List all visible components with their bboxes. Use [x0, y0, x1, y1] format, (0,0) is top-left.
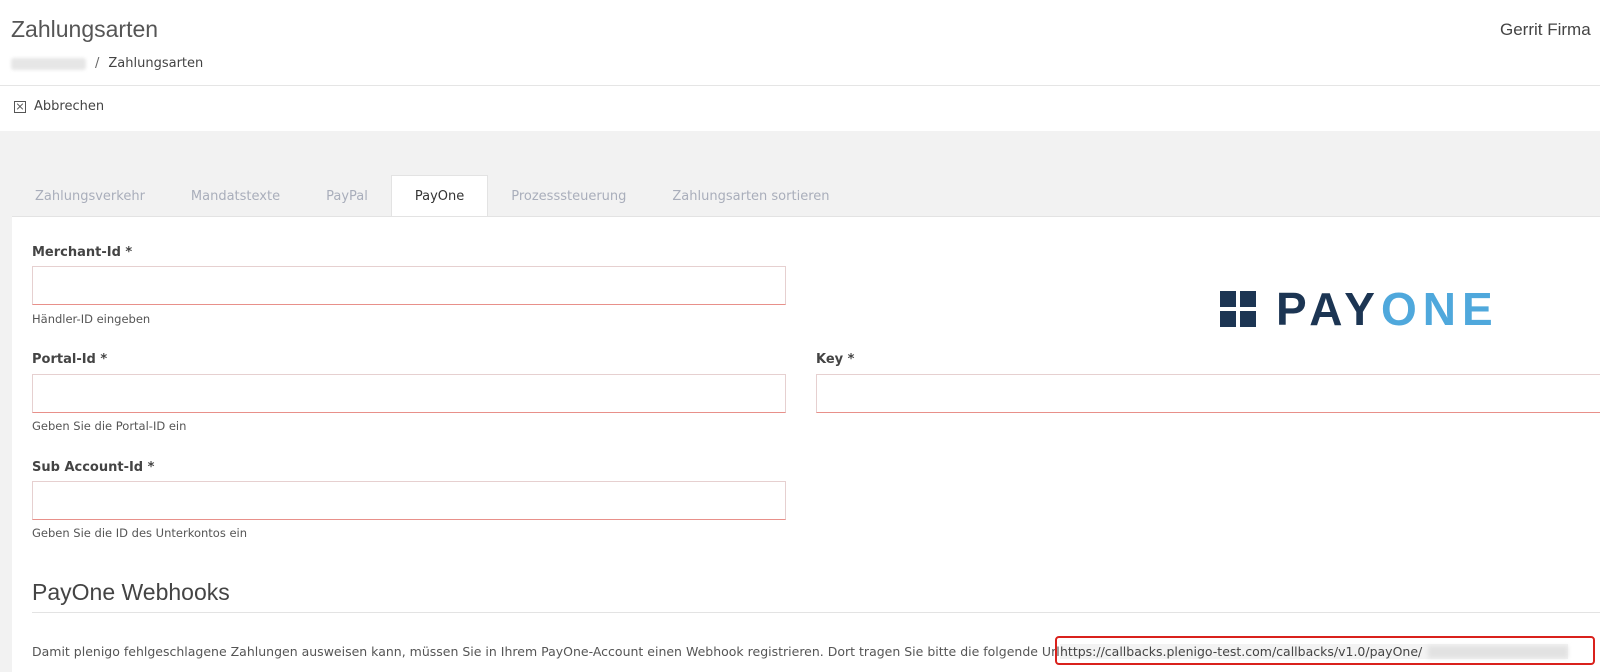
cancel-button[interactable]: Abbrechen	[14, 99, 104, 114]
webhooks-description: Damit plenigo fehlgeschlagene Zahlungen …	[32, 644, 1083, 659]
portal-id-help: Geben Sie die Portal-ID ein	[32, 419, 187, 433]
breadcrumb: / Zahlungsarten	[11, 56, 203, 71]
payone-logo-squares	[1220, 291, 1256, 327]
payone-logo: PAYONE	[1220, 286, 1499, 332]
breadcrumb-separator: /	[95, 56, 100, 71]
payone-logo-one: ONE	[1380, 283, 1499, 335]
payone-logo-pay: PAY	[1276, 283, 1381, 335]
tab-prozesssteuerung[interactable]: Prozesssteuerung	[488, 175, 649, 217]
sub-account-id-label: Sub Account-Id *	[32, 460, 155, 475]
portal-id-label: Portal-Id *	[32, 352, 108, 367]
webhooks-title: PayOne Webhooks	[32, 579, 230, 605]
close-square-icon	[14, 100, 26, 113]
user-name[interactable]: Gerrit Firma	[1500, 20, 1600, 40]
tab-mandatstexte[interactable]: Mandatstexte	[168, 175, 303, 217]
section-divider	[32, 612, 1600, 613]
toolbar: Abbrechen	[0, 87, 1600, 131]
breadcrumb-root-redacted[interactable]	[11, 57, 86, 70]
page-header: Zahlungsarten Gerrit Firma / Zahlungsart…	[0, 0, 1600, 86]
merchant-id-help: Händler-ID eingeben	[32, 312, 151, 326]
merchant-id-input[interactable]	[32, 266, 786, 305]
tab-bar: Zahlungsverkehr Mandatstexte PayPal PayO…	[12, 175, 853, 217]
merchant-id-label: Merchant-Id *	[32, 245, 133, 260]
payone-logo-text: PAYONE	[1276, 286, 1499, 332]
portal-id-input[interactable]	[32, 374, 786, 413]
cancel-button-label: Abbrechen	[34, 99, 105, 114]
key-input[interactable]	[816, 374, 1600, 413]
sub-account-id-input[interactable]	[32, 481, 786, 520]
webhook-url-highlight	[1055, 636, 1595, 665]
page-title: Zahlungsarten	[11, 16, 159, 42]
tab-zahlungsarten-sortieren[interactable]: Zahlungsarten sortieren	[649, 175, 852, 217]
tab-payone[interactable]: PayOne	[390, 175, 489, 217]
sub-account-id-help: Geben Sie die ID des Unterkontos ein	[32, 526, 248, 540]
breadcrumb-current: Zahlungsarten	[108, 56, 204, 71]
tab-zahlungsverkehr[interactable]: Zahlungsverkehr	[12, 175, 168, 217]
tab-paypal[interactable]: PayPal	[303, 175, 391, 217]
key-label: Key *	[816, 352, 855, 367]
